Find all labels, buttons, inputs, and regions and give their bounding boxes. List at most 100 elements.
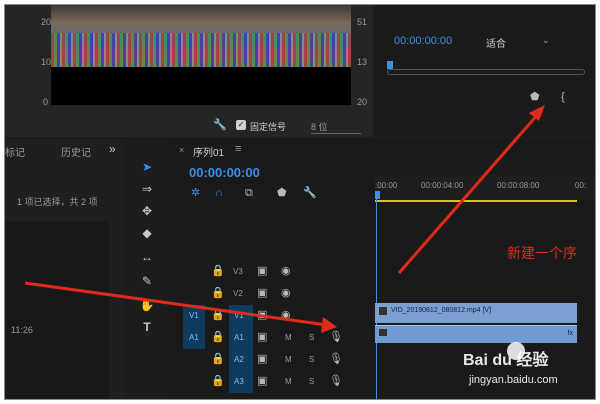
annotation-text: 新建一个序 — [507, 245, 577, 261]
program-timecode[interactable]: 00:00:00:00 — [394, 35, 452, 47]
ruler-tick-3: 00: — [575, 181, 587, 190]
track-name-a1: A1 — [234, 333, 244, 342]
solo-button[interactable]: S — [309, 355, 314, 364]
item-duration: 11:26 — [11, 325, 33, 335]
track-name-v3: V3 — [233, 267, 243, 276]
track-name-a2: A2 — [234, 355, 244, 364]
lock-icon[interactable]: 🔒 — [211, 309, 225, 321]
mute-button[interactable]: M — [285, 355, 292, 364]
watermark-brand: Bai du 经验 — [463, 352, 549, 369]
fixed-signal-label: 固定信号 — [250, 122, 287, 132]
nest-icon[interactable]: ✲ — [191, 187, 200, 199]
timeline-settings-icon[interactable]: 🔧 — [303, 187, 317, 199]
linked-selection-icon[interactable]: ⧉ — [245, 187, 253, 199]
time-ruler[interactable]: :00:00 00:00:04:00 00:00:08:00 00: — [375, 175, 595, 199]
type-tool-icon[interactable]: T — [139, 319, 155, 335]
playhead-line — [376, 199, 377, 399]
audio-fx-icon — [379, 329, 387, 336]
wrench-icon[interactable]: 🔧 — [213, 119, 227, 131]
microphone-icon[interactable]: 🎙 — [329, 375, 343, 387]
source-label-v1: V1 — [189, 311, 199, 320]
tab-markers[interactable]: 标记 — [5, 144, 25, 159]
solo-button[interactable]: S — [309, 333, 314, 342]
lock-icon[interactable]: 🔒 — [211, 265, 225, 277]
pen-tool-icon[interactable]: ✎ — [139, 273, 155, 289]
scope-y-label-0: 0 — [43, 97, 49, 107]
ruler-tick-2: 00:00:08:00 — [497, 181, 540, 190]
fixed-signal-checkbox[interactable]: ✓ — [236, 120, 246, 130]
project-item-thumbnail[interactable] — [5, 221, 109, 399]
tools-panel: ➤ ⇒ ✥ ◆ ↔ ✎ ✋ T — [127, 139, 167, 399]
track-header-a1[interactable]: A1 🔒 A1 ▣ M S 🎙 — [181, 327, 371, 349]
selection-info: 1 项已选择，共 2 项 — [17, 197, 98, 207]
brace-icon[interactable]: { — [561, 91, 565, 103]
track-header-v3[interactable]: 🔒 V3 ▣ ◉ — [181, 261, 371, 283]
scope-panel: 20 10 0 51 13 20 🔧 ✓ 固定信号 8 位 — [5, 5, 373, 137]
marker-icon[interactable]: ⬟ — [530, 91, 540, 103]
chevron-down-icon[interactable]: ⌄ — [542, 35, 550, 46]
watermark-url: jingyan.baidu.com — [469, 374, 558, 386]
program-monitor-panel: 00:00:00:00 适合 ⌄ ⬟ { — [375, 5, 595, 137]
razor-tool-icon[interactable]: ◆ — [139, 225, 155, 241]
mute-button[interactable]: M — [285, 333, 292, 342]
snap-icon[interactable]: ∩ — [215, 187, 223, 199]
project-panel: 标记 历史记 » 1 项已选择，共 2 项 11:26 — [5, 139, 125, 399]
scope-y-label-20: 20 — [41, 17, 52, 27]
toggle-sync-icon[interactable]: ▣ — [257, 265, 267, 277]
eye-icon[interactable]: ◉ — [281, 309, 291, 321]
scrub-bar[interactable] — [387, 69, 585, 75]
playhead-marker[interactable] — [387, 61, 393, 69]
toggle-sync-icon[interactable]: ▣ — [257, 353, 267, 365]
mute-button[interactable]: M — [285, 377, 292, 386]
add-marker-icon[interactable]: ⬟ — [277, 187, 287, 199]
toggle-sync-icon[interactable]: ▣ — [257, 331, 267, 343]
waveform-display — [51, 5, 351, 105]
microphone-icon[interactable]: 🎙 — [329, 331, 343, 343]
scope-y-right-51: 51 — [357, 17, 368, 27]
audio-clip-fx-label: fx — [567, 330, 573, 337]
toggle-sync-icon[interactable]: ▣ — [257, 375, 267, 387]
playhead[interactable] — [375, 191, 380, 199]
close-icon[interactable]: × — [179, 145, 184, 155]
video-clip[interactable]: VID_20190812_080812.mp4 [V] — [375, 303, 577, 323]
lock-icon[interactable]: 🔒 — [211, 331, 225, 343]
lock-icon[interactable]: 🔒 — [211, 353, 225, 365]
hand-tool-icon[interactable]: ✋ — [139, 297, 155, 313]
lock-icon[interactable]: 🔒 — [211, 375, 225, 387]
scope-y-right-13: 13 — [357, 57, 368, 67]
lock-icon[interactable]: 🔒 — [211, 287, 225, 299]
microphone-icon[interactable]: 🎙 — [329, 353, 343, 365]
slip-tool-icon[interactable]: ↔ — [139, 249, 155, 265]
ripple-edit-tool-icon[interactable]: ✥ — [139, 203, 155, 219]
ruler-tick-0: :00:00 — [375, 181, 398, 190]
toggle-sync-icon[interactable]: ▣ — [257, 287, 267, 299]
track-header-v2[interactable]: 🔒 V2 ▣ ◉ — [181, 283, 371, 305]
track-name-a3: A3 — [234, 377, 244, 386]
scope-y-label-10: 10 — [41, 57, 52, 67]
tab-sequence[interactable]: 序列01 — [193, 144, 224, 159]
track-name-v1: V1 — [234, 311, 244, 320]
toggle-sync-icon[interactable]: ▣ — [257, 309, 267, 321]
baidu-watermark: Bai du 经验 jingyan.baidu.com — [463, 338, 593, 398]
scope-y-right-20: 20 — [357, 97, 368, 107]
expand-panels-button[interactable]: » — [109, 142, 116, 156]
video-clip-label: VID_20190812_080812.mp4 [V] — [391, 307, 492, 314]
bits-select[interactable]: 8 位 — [311, 120, 361, 134]
tab-history[interactable]: 历史记 — [61, 144, 91, 159]
work-area-bar[interactable] — [375, 200, 577, 202]
timeline-timecode[interactable]: 00:00:00:00 — [189, 165, 260, 180]
track-name-v2: V2 — [233, 289, 243, 298]
track-select-tool-icon[interactable]: ⇒ — [139, 181, 155, 197]
track-header-v1[interactable]: V1 🔒 V1 ▣ ◉ — [181, 305, 371, 327]
selection-tool-icon[interactable]: ➤ — [139, 159, 155, 175]
eye-icon[interactable]: ◉ — [281, 265, 291, 277]
solo-button[interactable]: S — [309, 377, 314, 386]
ruler-tick-1: 00:00:04:00 — [421, 181, 464, 190]
track-header-a3[interactable]: 🔒 A3 ▣ M S 🎙 — [181, 371, 371, 393]
source-label-a1: A1 — [189, 333, 199, 342]
eye-icon[interactable]: ◉ — [281, 287, 291, 299]
premiere-window: 20 10 0 51 13 20 🔧 ✓ 固定信号 8 位 00:00:00:0… — [4, 4, 596, 400]
track-header-a2[interactable]: 🔒 A2 ▣ M S 🎙 — [181, 349, 371, 371]
panel-menu-icon[interactable]: ≡ — [235, 143, 241, 155]
clip-fx-icon — [379, 307, 387, 315]
